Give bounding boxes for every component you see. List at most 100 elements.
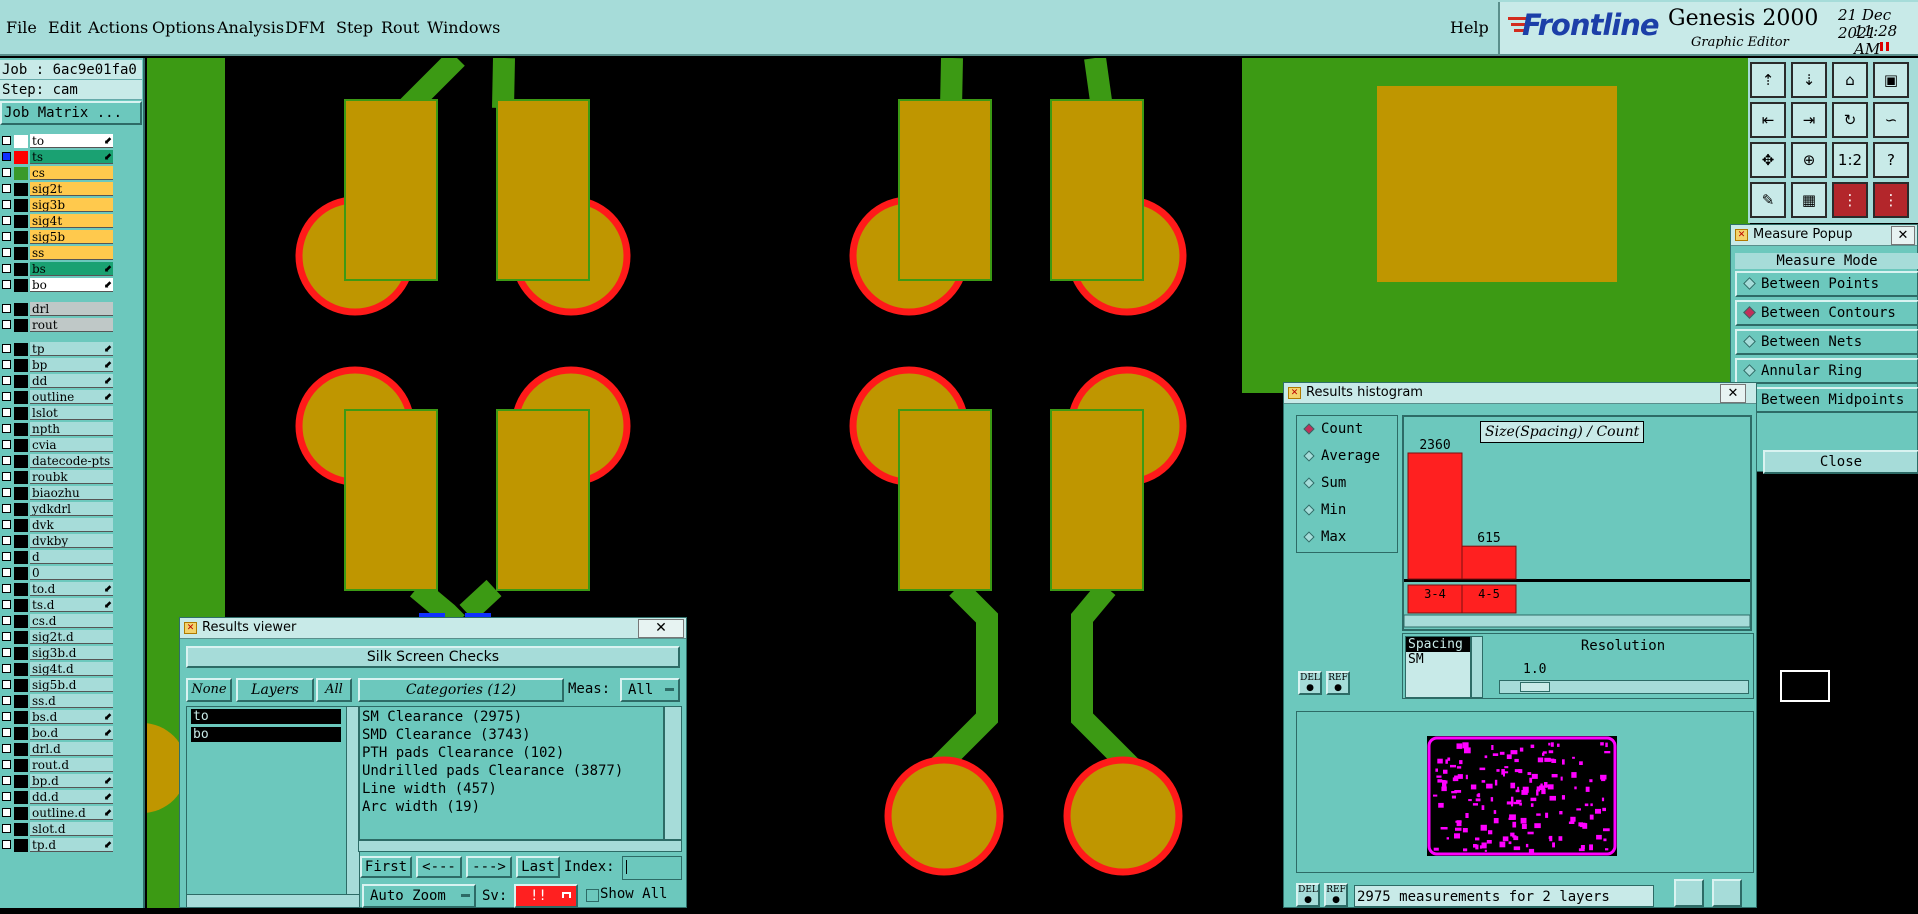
layer-row[interactable]: ydkdrl xyxy=(0,502,114,517)
layer-row[interactable]: sig2t xyxy=(0,182,114,197)
layer-checkbox[interactable] xyxy=(2,424,11,433)
spacing-scrollbar[interactable] xyxy=(1471,636,1483,698)
layer-row[interactable]: tp ⬋ xyxy=(0,342,114,357)
category-list[interactable]: SM Clearance (2975) SMD Clearance (3743) P… xyxy=(358,706,664,840)
layer-color-swatch[interactable] xyxy=(14,535,28,548)
category-item[interactable]: PTH pads Clearance (102) xyxy=(362,744,658,762)
layer-name[interactable]: drl.d xyxy=(30,742,113,756)
layer-checkbox[interactable] xyxy=(2,472,11,481)
layer-name[interactable]: datecode-pts xyxy=(30,454,113,468)
next-button[interactable]: ---> xyxy=(466,856,512,878)
severity-select[interactable]: !! xyxy=(514,884,578,908)
layer-color-swatch[interactable] xyxy=(14,775,28,788)
layer-color-swatch[interactable] xyxy=(14,647,28,660)
index-input[interactable] xyxy=(622,856,682,880)
layer-row[interactable]: ts ⬋ xyxy=(0,150,114,165)
layer-row[interactable]: lslot xyxy=(0,406,114,421)
layer-checkbox[interactable] xyxy=(2,136,11,145)
layer-name[interactable]: to xyxy=(30,134,113,148)
histogram-mode-option[interactable]: Max xyxy=(1299,526,1395,548)
layer-checkbox[interactable] xyxy=(2,600,11,609)
layer-list-hscroll[interactable] xyxy=(186,894,360,908)
layer-checkbox[interactable] xyxy=(2,440,11,449)
layer-row[interactable]: ss.d xyxy=(0,694,114,709)
grid-icon[interactable]: ▦ xyxy=(1791,182,1827,218)
layer-name[interactable]: slot.d xyxy=(30,822,113,836)
layer-row[interactable]: bo.d ⬋ xyxy=(0,726,114,741)
spacing-item[interactable]: Spacing xyxy=(1406,637,1470,652)
layer-color-swatch[interactable] xyxy=(14,231,28,244)
layer-row[interactable]: outline ⬋ xyxy=(0,390,114,405)
layer-name[interactable]: npth xyxy=(30,422,113,436)
layer-checkbox[interactable] xyxy=(2,216,11,225)
layer-color-swatch[interactable] xyxy=(14,279,28,292)
layer-row[interactable]: sig5b xyxy=(0,230,114,245)
layer-checkbox[interactable] xyxy=(2,248,11,257)
radio-icon[interactable] xyxy=(1743,335,1756,348)
layer-row[interactable]: sig4t.d xyxy=(0,662,114,677)
move-left-icon[interactable]: ⇤ xyxy=(1750,102,1786,138)
layer-color-swatch[interactable] xyxy=(14,743,28,756)
layer-color-swatch[interactable] xyxy=(14,679,28,692)
measure-mode-option[interactable]: Between Midpoints xyxy=(1735,387,1918,413)
layer-color-swatch[interactable] xyxy=(14,791,28,804)
layer-checkbox[interactable] xyxy=(2,824,11,833)
snap-icon[interactable]: ∽ xyxy=(1873,102,1909,138)
categories-button[interactable]: Categories (12) xyxy=(358,678,564,702)
layer-name[interactable]: bp.d xyxy=(30,774,113,788)
layer-color-swatch[interactable] xyxy=(14,359,28,372)
layer-row[interactable]: roubk xyxy=(0,470,114,485)
layer-name[interactable]: lslot xyxy=(30,406,113,420)
redo-icon[interactable]: ↻ xyxy=(1832,102,1868,138)
layer-name[interactable]: roubk xyxy=(30,470,113,484)
layer-color-swatch[interactable] xyxy=(14,263,28,276)
layer-row[interactable]: bp ⬋ xyxy=(0,358,114,373)
layer-checkbox[interactable] xyxy=(2,344,11,353)
none-button[interactable]: None xyxy=(186,678,232,702)
layer-row[interactable]: dvkby xyxy=(0,534,114,549)
layer-checkbox[interactable] xyxy=(2,488,11,497)
layer-checkbox[interactable] xyxy=(2,392,11,401)
menu-rout[interactable]: Rout xyxy=(381,18,419,37)
layer-checkbox[interactable] xyxy=(2,712,11,721)
del-button[interactable]: DEL ● xyxy=(1298,671,1322,695)
layer-up-icon[interactable]: ⇡ xyxy=(1750,62,1786,98)
board-preview[interactable] xyxy=(1427,736,1617,856)
layer-color-swatch[interactable] xyxy=(14,375,28,388)
layer-row[interactable]: ss xyxy=(0,246,114,261)
layer-row[interactable]: bs ⬋ xyxy=(0,262,114,277)
layer-name[interactable]: ts xyxy=(30,150,113,164)
layer-row[interactable]: to.d ⬋ xyxy=(0,582,114,597)
move-right-icon[interactable]: ⇥ xyxy=(1791,102,1827,138)
layer-checkbox[interactable] xyxy=(2,184,11,193)
layer-row[interactable]: sig3b.d xyxy=(0,646,114,661)
measure-mode-option[interactable]: Between Contours xyxy=(1735,300,1918,326)
menu-help[interactable]: Help xyxy=(1450,18,1489,37)
layer-color-swatch[interactable] xyxy=(14,135,28,148)
layer-color-swatch[interactable] xyxy=(14,695,28,708)
category-item[interactable]: Undrilled pads Clearance (3877) xyxy=(362,762,658,780)
layer-color-swatch[interactable] xyxy=(14,615,28,628)
layer-row[interactable]: bs.d ⬋ xyxy=(0,710,114,725)
layer-checkbox[interactable] xyxy=(2,696,11,705)
close-icon[interactable]: ✕ xyxy=(1891,226,1915,245)
layer-row[interactable]: bp.d ⬋ xyxy=(0,774,114,789)
layer-name[interactable]: ydkdrl xyxy=(30,502,113,516)
layer-checkbox[interactable] xyxy=(2,648,11,657)
layer-checkbox[interactable] xyxy=(2,632,11,641)
spacing-list[interactable]: Spacing SM xyxy=(1405,636,1471,698)
layer-color-swatch[interactable] xyxy=(14,471,28,484)
layer-name[interactable]: sig3b xyxy=(30,198,113,212)
category-scrollbar[interactable] xyxy=(664,706,682,840)
layer-color-swatch[interactable] xyxy=(14,439,28,452)
layer-name[interactable]: ts.d xyxy=(30,598,113,612)
layer-name[interactable]: bo xyxy=(30,278,113,292)
radio-icon[interactable] xyxy=(1303,477,1315,489)
layer-row[interactable]: cvia xyxy=(0,438,114,453)
radio-icon[interactable] xyxy=(1743,277,1756,290)
layer-color-swatch[interactable] xyxy=(14,551,28,564)
layer-checkbox[interactable] xyxy=(2,360,11,369)
layer-row[interactable]: datecode-pts xyxy=(0,454,114,469)
histogram-mode-option[interactable]: Min xyxy=(1299,499,1395,521)
chart-icon[interactable] xyxy=(1674,879,1704,907)
